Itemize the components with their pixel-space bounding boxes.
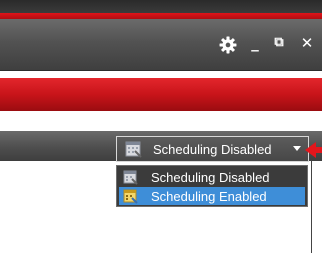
app-top-strip <box>0 0 322 13</box>
close-button[interactable]: ✕ <box>298 34 316 52</box>
calendar-icon <box>123 170 138 185</box>
scheduling-dropdown[interactable]: Scheduling Disabled <box>116 136 309 162</box>
option-label: Scheduling Enabled <box>151 188 267 204</box>
gear-icon[interactable] <box>219 36 237 54</box>
red-ribbon-bar <box>0 78 322 111</box>
option-label: Scheduling Disabled <box>151 169 270 185</box>
vertical-divider <box>311 160 312 253</box>
red-pointer-arrow-icon <box>305 142 322 158</box>
option-scheduling-enabled[interactable]: Scheduling Enabled <box>119 187 305 205</box>
chevron-down-icon[interactable] <box>293 146 301 151</box>
scheduling-options-list: Scheduling Disabled Scheduling Enabled <box>116 165 308 207</box>
option-scheduling-disabled[interactable]: Scheduling Disabled <box>119 168 305 186</box>
calendar-enabled-icon <box>123 189 138 204</box>
calendar-icon <box>125 141 142 158</box>
restore-button[interactable]: ⧉ <box>270 34 288 52</box>
scheduling-dropdown-value: Scheduling Disabled <box>153 141 272 157</box>
minimize-button[interactable]: _ <box>246 34 264 52</box>
